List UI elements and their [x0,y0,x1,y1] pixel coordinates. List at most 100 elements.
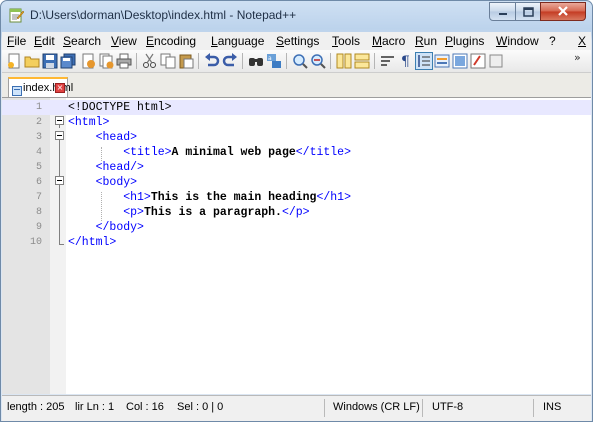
code-line[interactable]: 6 <body> [2,175,591,190]
menu-language[interactable]: Language [211,34,264,48]
code-line[interactable]: 1 <!DOCTYPE html> [2,100,591,115]
menu-edit[interactable]: Edit [34,34,55,48]
paste-icon[interactable] [178,53,194,69]
code-line[interactable]: 2 <html> [2,115,591,130]
menu-window[interactable]: Window [496,34,539,48]
undo-icon[interactable] [204,53,220,69]
line-number: 8 [35,207,42,218]
save-all-icon[interactable] [60,53,76,69]
print-icon[interactable] [116,53,132,69]
close-file-icon[interactable] [80,53,96,69]
find-icon[interactable] [248,53,264,69]
redo-icon[interactable] [222,53,238,69]
svg-text:¶: ¶ [401,54,410,69]
zoom-out-icon[interactable] [310,53,326,69]
line-number: 1 [35,102,42,113]
status-line-count: lir Ln : 1 [75,401,115,413]
more-icon[interactable] [488,53,504,69]
file-tab-icon [12,83,22,96]
line-number: 10 [29,237,42,248]
line-number: 7 [35,192,42,203]
code-text: <html> [68,116,110,129]
menu-tools[interactable]: Tools [332,34,360,48]
code-text: </body> [95,221,144,234]
maximize-button[interactable] [515,2,541,21]
toolbar-overflow-chevron[interactable]: » [574,51,590,67]
line-number: 5 [35,162,42,173]
close-icon [558,6,568,16]
status-encoding[interactable]: UTF-8 [432,401,463,413]
fold-toggle-body[interactable] [55,176,64,185]
code-line[interactable]: 7 <h1>This is the main heading</h1> [2,190,591,205]
fold-toggle-html[interactable] [55,116,64,125]
line-number: 4 [35,147,42,158]
tab-bar: index.html × [2,73,591,98]
tab-label: index.html [23,82,74,94]
code-line[interactable]: 10 </html> [2,235,591,250]
code-text: <body> [95,176,138,189]
replace-icon[interactable]: a [266,53,282,69]
tab-index-html[interactable]: index.html × [8,77,73,97]
status-insert-mode[interactable]: INS [543,401,561,413]
menu-close-document[interactable]: X [578,34,586,48]
status-bar: length : 205 lir Ln : 1 Col : 16 Sel : 0… [2,395,591,421]
function-list-icon[interactable] [470,53,486,69]
copy-icon[interactable] [160,53,176,69]
line-number: 9 [35,222,42,233]
menu-plugins[interactable]: Plugins [445,34,484,48]
minimize-button[interactable] [489,2,516,21]
sync-vertical-icon[interactable] [336,53,352,69]
save-icon[interactable] [42,53,58,69]
menu-search[interactable]: Search [63,34,101,48]
status-length: length : 205 [7,401,65,413]
doc-map-icon[interactable] [452,53,468,69]
code-line[interactable]: 9 </body> [2,220,591,235]
notepad-window: D:\Users\dorman\Desktop\index.html - Not… [0,0,593,422]
menu-encoding[interactable]: Encoding [146,34,196,48]
code-line[interactable]: 3 <head> [2,130,591,145]
window-title: D:\Users\dorman\Desktop\index.html - Not… [30,8,297,22]
code-text: <head> [95,131,138,144]
new-file-icon[interactable] [6,53,22,69]
cut-icon[interactable] [142,53,158,69]
toolbar: a ¶ » [2,50,591,73]
line-number: 3 [35,132,42,143]
menu-view[interactable]: View [111,34,137,48]
show-all-chars-icon[interactable]: ¶ [398,53,414,70]
code-text: <head/> [95,161,144,174]
open-file-icon[interactable] [24,53,40,69]
svg-text:a: a [268,55,272,62]
menu-file[interactable]: File [7,34,26,48]
code-text: <!DOCTYPE html> [68,101,172,114]
close-all-icon[interactable] [98,53,114,69]
code-text: </html> [68,236,117,249]
code-line[interactable]: 4 <title>A minimal web page</title> [2,145,591,160]
fold-toggle-head[interactable] [55,131,64,140]
tab-close-icon[interactable]: × [55,83,65,93]
menu-settings[interactable]: Settings [276,34,319,48]
title-bar[interactable]: D:\Users\dorman\Desktop\index.html - Not… [1,1,592,31]
menu-macro[interactable]: Macro [372,34,405,48]
menu-run[interactable]: Run [415,34,437,48]
status-selection: Sel : 0 | 0 [177,401,224,413]
minimize-icon [498,12,507,15]
sync-horizontal-icon[interactable] [354,53,370,69]
zoom-in-icon[interactable] [292,53,308,69]
status-column: Col : 16 [126,401,164,413]
menu-bar: File Edit Search View Encoding Language … [2,32,591,50]
menu-help[interactable]: ? [549,34,556,48]
notepad-app-icon [8,7,25,23]
close-window-button[interactable] [540,2,586,21]
code-line[interactable]: 8 <p>This is a paragraph.</p> [2,205,591,220]
code-text: <title>A minimal web page</title> [123,146,351,159]
word-wrap-icon[interactable] [380,53,396,69]
line-number: 6 [35,177,42,188]
line-number: 2 [35,117,42,128]
code-line[interactable]: 5 <head/> [2,160,591,175]
status-eol[interactable]: Windows (CR LF) [333,401,420,413]
code-text: <h1>This is the main heading</h1> [123,191,351,204]
code-text: <p>This is a paragraph.</p> [123,206,310,219]
editor[interactable]: 1 <!DOCTYPE html> 2 <html> 3 <head> 4 <title>… [2,98,591,394]
indent-guide-icon[interactable] [415,52,433,70]
user-language-icon[interactable] [434,53,450,69]
